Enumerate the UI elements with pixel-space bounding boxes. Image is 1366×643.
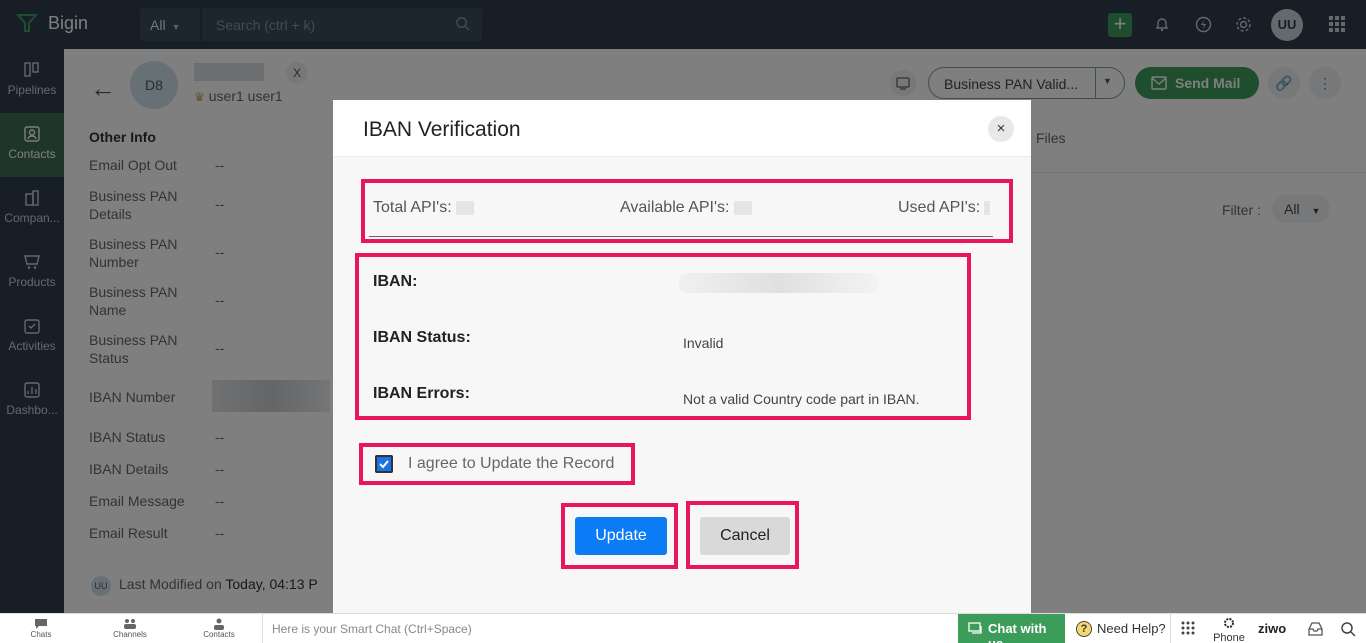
need-help-label: Need Help? [1097, 621, 1166, 636]
close-icon[interactable]: × [988, 116, 1014, 142]
chat-icon [968, 622, 982, 634]
modal-body: Total API's: Available API's: Used API's… [333, 157, 1031, 613]
modal-title: IBAN Verification [363, 118, 521, 141]
used-apis-label: Used API's: [898, 199, 981, 216]
used-apis: Used API's: [898, 199, 991, 217]
phone-button[interactable]: Phone [1210, 617, 1248, 643]
agree-label[interactable]: I agree to Update the Record [408, 455, 614, 473]
checkmark-icon [379, 460, 389, 469]
iban-errors-label: IBAN Errors: [373, 385, 470, 402]
available-apis-redacted [733, 200, 752, 215]
divider [1170, 614, 1171, 643]
used-apis-redacted [984, 200, 991, 215]
total-apis: Total API's: [373, 199, 474, 217]
available-apis-label: Available API's: [620, 199, 730, 216]
iban-value-redacted [679, 273, 879, 293]
iban-errors-value: Not a valid Country code part in IBAN. [683, 391, 920, 407]
bottom-contacts-label: Contacts [203, 630, 235, 639]
phone-gear-icon [1224, 618, 1234, 628]
inbox-icon[interactable] [1303, 617, 1327, 641]
cancel-button[interactable]: Cancel [700, 517, 790, 555]
ziwo-button[interactable]: ziwo [1258, 621, 1286, 636]
chat-bubble-icon [35, 619, 47, 629]
iban-status-value: Invalid [683, 335, 724, 351]
iban-label: IBAN: [373, 273, 418, 290]
search-icon[interactable] [1336, 617, 1360, 641]
chat-with-us-label: Chat with us [988, 621, 1047, 643]
total-apis-redacted [455, 200, 474, 215]
channels-icon [124, 619, 136, 629]
iban-status-label: IBAN Status: [373, 329, 471, 346]
contact-person-icon [214, 618, 224, 630]
bottom-channels-label: Channels [113, 630, 147, 639]
bottom-contacts[interactable]: Contacts [189, 618, 249, 639]
phone-label: Phone [1213, 632, 1245, 643]
update-button[interactable]: Update [575, 517, 667, 555]
chat-with-us-button[interactable]: Chat with us [958, 614, 1065, 643]
dialpad-icon[interactable] [1176, 617, 1200, 641]
need-help-button[interactable]: ? Need Help? [1068, 614, 1168, 643]
bottom-chats[interactable]: Chats [11, 618, 71, 639]
smart-chat-input[interactable]: Here is your Smart Chat (Ctrl+Space) [262, 614, 958, 643]
bottom-bar: Chats Channels Contacts Here is your Sma… [0, 613, 1366, 643]
bottom-chats-label: Chats [30, 630, 52, 639]
bottom-channels[interactable]: Channels [100, 618, 160, 639]
help-icon: ? [1076, 621, 1092, 637]
modal-header: IBAN Verification × [333, 100, 1031, 157]
iban-verification-modal: IBAN Verification × Total API's: Availab… [333, 100, 1031, 613]
total-apis-label: Total API's: [373, 199, 452, 216]
api-divider [369, 236, 993, 237]
agree-checkbox[interactable] [375, 455, 393, 473]
available-apis: Available API's: [620, 199, 752, 217]
